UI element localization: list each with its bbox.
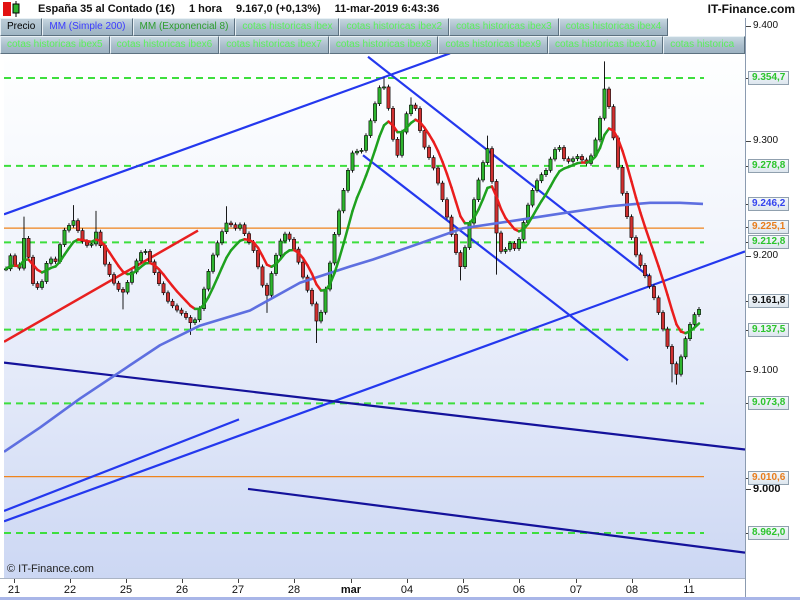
brand-label: IT-Finance.com xyxy=(707,2,795,16)
indicator-tab-2[interactable]: MM (Simple 200) xyxy=(42,18,133,36)
indicator-tabs-row-2: cotas historicas ibex5 cotas historicas i… xyxy=(0,36,745,54)
time-axis-label: 22 xyxy=(63,584,77,596)
price-level-badge: 9.010,6 xyxy=(748,471,790,485)
price-axis-label: 9.100 xyxy=(753,365,779,376)
price-axis-label: 9.200 xyxy=(753,250,779,261)
time-axis-tick xyxy=(238,579,239,583)
indicator-tab-6[interactable]: cotas historicas ibex3 xyxy=(449,18,559,36)
time-axis-label: 05 xyxy=(456,584,470,596)
indicator-tab-b-1[interactable]: cotas historicas ibex5 xyxy=(0,36,110,54)
price-level-badge: 9.225,1 xyxy=(748,220,790,234)
price-axis-tick xyxy=(746,141,751,142)
price-axis-tick xyxy=(746,489,751,490)
indicator-tab-b-7[interactable]: cotas historica xyxy=(663,36,745,54)
price-chart-plot[interactable]: © IT-Finance.com xyxy=(4,54,745,578)
price-axis-label: 9.400 xyxy=(753,20,779,31)
price-axis-tick xyxy=(746,26,751,27)
indicator-tab-b-5[interactable]: cotas historicas ibex9 xyxy=(438,36,549,54)
navy-trend-line xyxy=(247,487,745,554)
price-level-badge: 9.246,2 xyxy=(748,197,790,211)
time-axis-label: 26 xyxy=(175,584,189,596)
time-axis-tick xyxy=(689,579,690,583)
indicator-tab-b-3[interactable]: cotas historicas ibex7 xyxy=(219,36,329,54)
price-axis-tick xyxy=(746,256,751,257)
time-axis-tick xyxy=(519,579,520,583)
time-axis-tick xyxy=(407,579,408,583)
indicator-tabs-row-1: Precio MM (Simple 200) MM (Exponencial 8) c… xyxy=(0,18,745,36)
time-axis-label: 06 xyxy=(512,584,526,596)
price-axis-label: 9.300 xyxy=(753,135,779,146)
quote-change: 9.167,0 (+0,13%) xyxy=(235,3,321,15)
price-level-badge: 9.161,8 xyxy=(748,294,790,308)
indicator-tab-7[interactable]: cotas historicas ibex4 xyxy=(558,18,669,36)
time-axis-label: 21 xyxy=(7,584,21,596)
red-trend-line xyxy=(4,229,199,343)
blue-trend-line xyxy=(4,250,745,523)
price-level-badge: 8.962,0 xyxy=(748,526,790,540)
time-axis-label: 08 xyxy=(625,584,639,596)
indicator-tab-b-4[interactable]: cotas historicas ibex8 xyxy=(328,36,439,54)
time-axis-label: 04 xyxy=(400,584,414,596)
instrument-name: España 35 al Contado (1€) xyxy=(38,3,175,15)
time-axis-tick xyxy=(632,579,633,583)
price-level-badge: 9.278,8 xyxy=(748,159,790,173)
time-axis-label: mar xyxy=(340,584,362,596)
blue-trend-line xyxy=(4,418,240,512)
price-level-badge: 9.354,7 xyxy=(748,71,790,85)
price-level-badge: 9.073,8 xyxy=(748,396,790,410)
title-bar: España 35 al Contado (1€) 1 hora 9.167,0… xyxy=(0,0,800,18)
time-axis[interactable]: 21 22 25 26 27 28 mar 04 05 06 07 08 11 xyxy=(0,578,745,598)
time-axis-label: 28 xyxy=(287,584,301,596)
time-axis-tick xyxy=(463,579,464,583)
indicator-tab-b-6[interactable]: cotas historicas ibex10 xyxy=(548,36,664,54)
time-axis-label: 27 xyxy=(231,584,245,596)
time-axis-tick xyxy=(14,579,15,583)
price-level-badge: 9.212,8 xyxy=(748,235,790,249)
copyright-watermark: © IT-Finance.com xyxy=(7,563,94,575)
datetime-label: 11-mar-2019 6:43:36 xyxy=(334,3,440,15)
indicator-tab-4[interactable]: cotas historicas ibex xyxy=(235,18,340,36)
candlestick-logo-icon xyxy=(2,1,24,17)
time-axis-tick xyxy=(70,579,71,583)
chart-window: España 35 al Contado (1€) 1 hora 9.167,0… xyxy=(0,0,800,600)
time-axis-tick xyxy=(576,579,577,583)
indicator-tab-1[interactable]: Precio xyxy=(0,18,43,36)
price-level-badge: 9.137,5 xyxy=(748,323,790,337)
timeframe-label: 1 hora xyxy=(188,3,222,15)
time-axis-label: 11 xyxy=(683,584,695,596)
time-axis-tick xyxy=(126,579,127,583)
time-axis-label: 25 xyxy=(119,584,133,596)
indicator-tab-5[interactable]: cotas historicas ibex2 xyxy=(339,18,450,36)
ma-200-line xyxy=(4,201,704,453)
price-axis[interactable]: 9.400 9.300 9.200 9.100 9.000 9.354,7 9.278,8 9… xyxy=(746,18,800,597)
time-axis-tick xyxy=(294,579,295,583)
price-axis-tick xyxy=(746,371,751,372)
candlestick-chart[interactable] xyxy=(4,54,745,578)
indicator-tab-3[interactable]: MM (Exponencial 8) xyxy=(132,18,236,36)
time-axis-tick xyxy=(351,579,352,583)
indicator-tab-b-2[interactable]: cotas historicas ibex6 xyxy=(109,36,220,54)
time-axis-label: 07 xyxy=(569,584,583,596)
time-axis-tick xyxy=(182,579,183,583)
